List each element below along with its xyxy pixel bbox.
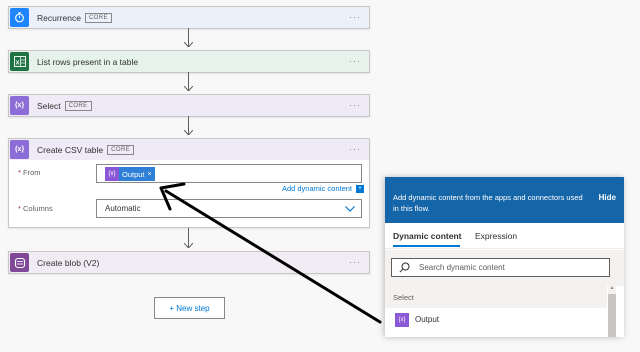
more-options-icon[interactable]: ··· — [349, 56, 361, 66]
close-icon[interactable]: × — [148, 171, 155, 178]
arrow-down-icon — [184, 86, 193, 91]
more-options-icon[interactable]: ··· — [349, 100, 361, 110]
step-select[interactable]: {x} Select CORE ··· — [8, 94, 370, 117]
columns-label: * Columns — [18, 204, 53, 213]
add-dynamic-content-link[interactable]: Add dynamic content + — [282, 184, 364, 193]
search-input[interactable]: Search dynamic content — [391, 258, 610, 277]
token-label: Output — [122, 169, 145, 179]
tab-active-indicator — [393, 245, 460, 247]
curly-braces-icon: {x} — [10, 140, 29, 159]
section-header — [385, 286, 607, 308]
arrow-down-icon — [184, 42, 193, 47]
step-list-rows[interactable]: x List rows present in a table ··· — [8, 50, 370, 73]
hide-button[interactable]: Hide — [599, 193, 616, 202]
step-create-blob[interactable]: Create blob (V2) ··· — [8, 251, 370, 274]
core-badge: CORE — [84, 12, 112, 23]
step-recurrence[interactable]: Recurrence CORE ··· — [8, 6, 370, 29]
core-badge: CORE — [64, 100, 92, 111]
search-area: Search dynamic content — [385, 250, 624, 286]
columns-select[interactable]: Automatic — [96, 199, 362, 218]
from-label: * From — [18, 168, 41, 177]
scrollbar-thumb[interactable] — [608, 294, 616, 337]
step-title: Recurrence — [37, 12, 81, 23]
core-badge: CORE — [107, 144, 135, 155]
dynamic-content-panel: Add dynamic content from the apps and co… — [385, 177, 624, 337]
curly-braces-icon: {x} — [10, 96, 29, 115]
scroll-up-icon[interactable]: ▲ — [608, 285, 616, 293]
output-token[interactable]: {x} Output × — [105, 167, 155, 181]
panel-header-text: Add dynamic content from the apps and co… — [393, 193, 583, 213]
curly-braces-icon: {x} — [105, 167, 119, 181]
new-step-button[interactable]: + New step — [154, 297, 225, 319]
arrow-down-icon — [184, 243, 193, 248]
tab-dynamic-content[interactable]: Dynamic content — [393, 231, 462, 241]
list-item-output[interactable]: {x} Output — [385, 308, 607, 332]
plus-icon: + — [356, 184, 364, 193]
step-title: Create blob (V2) — [37, 257, 100, 268]
columns-value: Automatic — [105, 204, 141, 213]
search-icon — [399, 262, 410, 273]
more-options-icon[interactable]: ··· — [349, 12, 361, 22]
curly-braces-icon: {x} — [395, 313, 409, 327]
chevron-down-icon — [345, 206, 355, 212]
svg-text:x: x — [15, 59, 19, 66]
item-label: Output — [415, 315, 440, 324]
panel-header: Add dynamic content from the apps and co… — [385, 177, 624, 223]
search-placeholder: Search dynamic content — [419, 263, 505, 272]
excel-icon: x — [10, 52, 29, 71]
arrow-down-icon — [184, 130, 193, 135]
add-dynamic-content-label: Add dynamic content — [281, 184, 352, 193]
step-header[interactable]: {x} Create CSV table CORE ··· — [9, 139, 369, 160]
stopwatch-icon — [10, 8, 29, 27]
section-label: Select — [393, 293, 414, 302]
from-input[interactable]: {x} Output × — [96, 164, 362, 183]
tab-expression[interactable]: Expression — [475, 231, 517, 241]
step-title: Create CSV table — [37, 144, 104, 155]
step-title: List rows present in a table — [37, 56, 139, 67]
blob-storage-icon — [10, 253, 29, 272]
more-options-icon[interactable]: ··· — [349, 144, 361, 154]
panel-tabs: Dynamic content Expression — [385, 223, 624, 249]
more-options-icon[interactable]: ··· — [349, 257, 361, 267]
step-title: Select — [37, 100, 61, 111]
